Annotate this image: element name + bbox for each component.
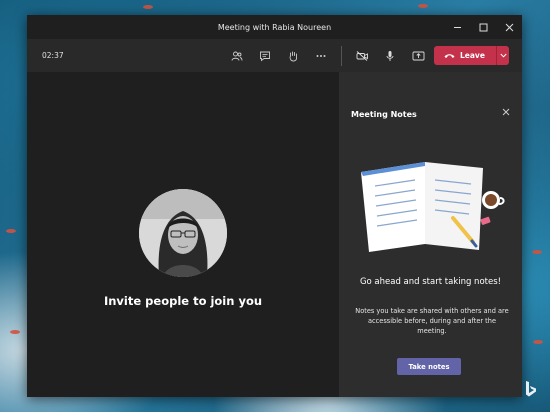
- meeting-controls: [223, 39, 432, 72]
- take-notes-button[interactable]: Take notes: [397, 358, 461, 375]
- meeting-notes-panel: Meeting Notes Go ahead and start taking …: [339, 72, 522, 397]
- wallpaper-fish: [10, 330, 20, 334]
- panel-title: Meeting Notes: [351, 110, 417, 119]
- more-icon: [316, 54, 326, 57]
- leave-main[interactable]: Leave: [434, 51, 496, 60]
- wallpaper-fish: [6, 229, 16, 233]
- notes-headline: Go ahead and start taking notes!: [359, 277, 502, 287]
- close-window-button[interactable]: [496, 15, 522, 39]
- participant-avatar: [139, 189, 227, 277]
- meeting-toolbar: 02:37 Leave: [27, 39, 522, 72]
- microphone-icon: [386, 50, 394, 61]
- wallpaper-fish: [418, 4, 428, 8]
- close-icon: [505, 23, 513, 31]
- hang-up-icon: [444, 53, 455, 58]
- raise-hand-button[interactable]: [279, 44, 307, 68]
- close-icon: [502, 108, 510, 116]
- window-controls: [444, 15, 522, 39]
- participants-button[interactable]: [223, 44, 251, 68]
- chat-button[interactable]: [251, 44, 279, 68]
- share-screen-button[interactable]: [404, 44, 432, 68]
- maximize-icon: [479, 23, 487, 31]
- meeting-window: Meeting with Rabia Noureen 02:37 Leave I…: [27, 15, 522, 397]
- window-title: Meeting with Rabia Noureen: [217, 22, 332, 32]
- minimize-button[interactable]: [444, 15, 470, 39]
- meeting-stage: Invite people to join you: [27, 72, 339, 397]
- call-timer: 02:37: [42, 51, 64, 60]
- bing-logo-icon: [526, 381, 536, 397]
- leave-button[interactable]: Leave: [434, 46, 509, 65]
- people-icon: [231, 51, 243, 61]
- leave-options-button[interactable]: [497, 53, 509, 58]
- notebook-illustration: [361, 162, 505, 252]
- camera-off-icon: [356, 50, 368, 61]
- maximize-button[interactable]: [470, 15, 496, 39]
- wallpaper-fish: [143, 5, 153, 9]
- raise-hand-icon: [289, 51, 297, 61]
- chevron-down-icon: [499, 53, 507, 58]
- wallpaper-fish: [533, 340, 543, 344]
- invite-message: Invite people to join you: [103, 294, 263, 308]
- portrait-photo: [139, 189, 227, 277]
- chat-icon: [260, 51, 270, 61]
- share-screen-icon: [412, 51, 424, 60]
- microphone-button[interactable]: [376, 44, 404, 68]
- more-options-button[interactable]: [307, 44, 335, 68]
- close-panel-button[interactable]: [502, 108, 510, 119]
- toolbar-divider: [341, 45, 342, 66]
- title-bar: Meeting with Rabia Noureen: [27, 15, 522, 39]
- minimize-icon: [453, 26, 461, 28]
- wallpaper-fish: [532, 250, 542, 254]
- leave-label: Leave: [460, 51, 485, 60]
- camera-toggle-button[interactable]: [348, 44, 376, 68]
- notes-description: Notes you take are shared with others an…: [355, 307, 509, 335]
